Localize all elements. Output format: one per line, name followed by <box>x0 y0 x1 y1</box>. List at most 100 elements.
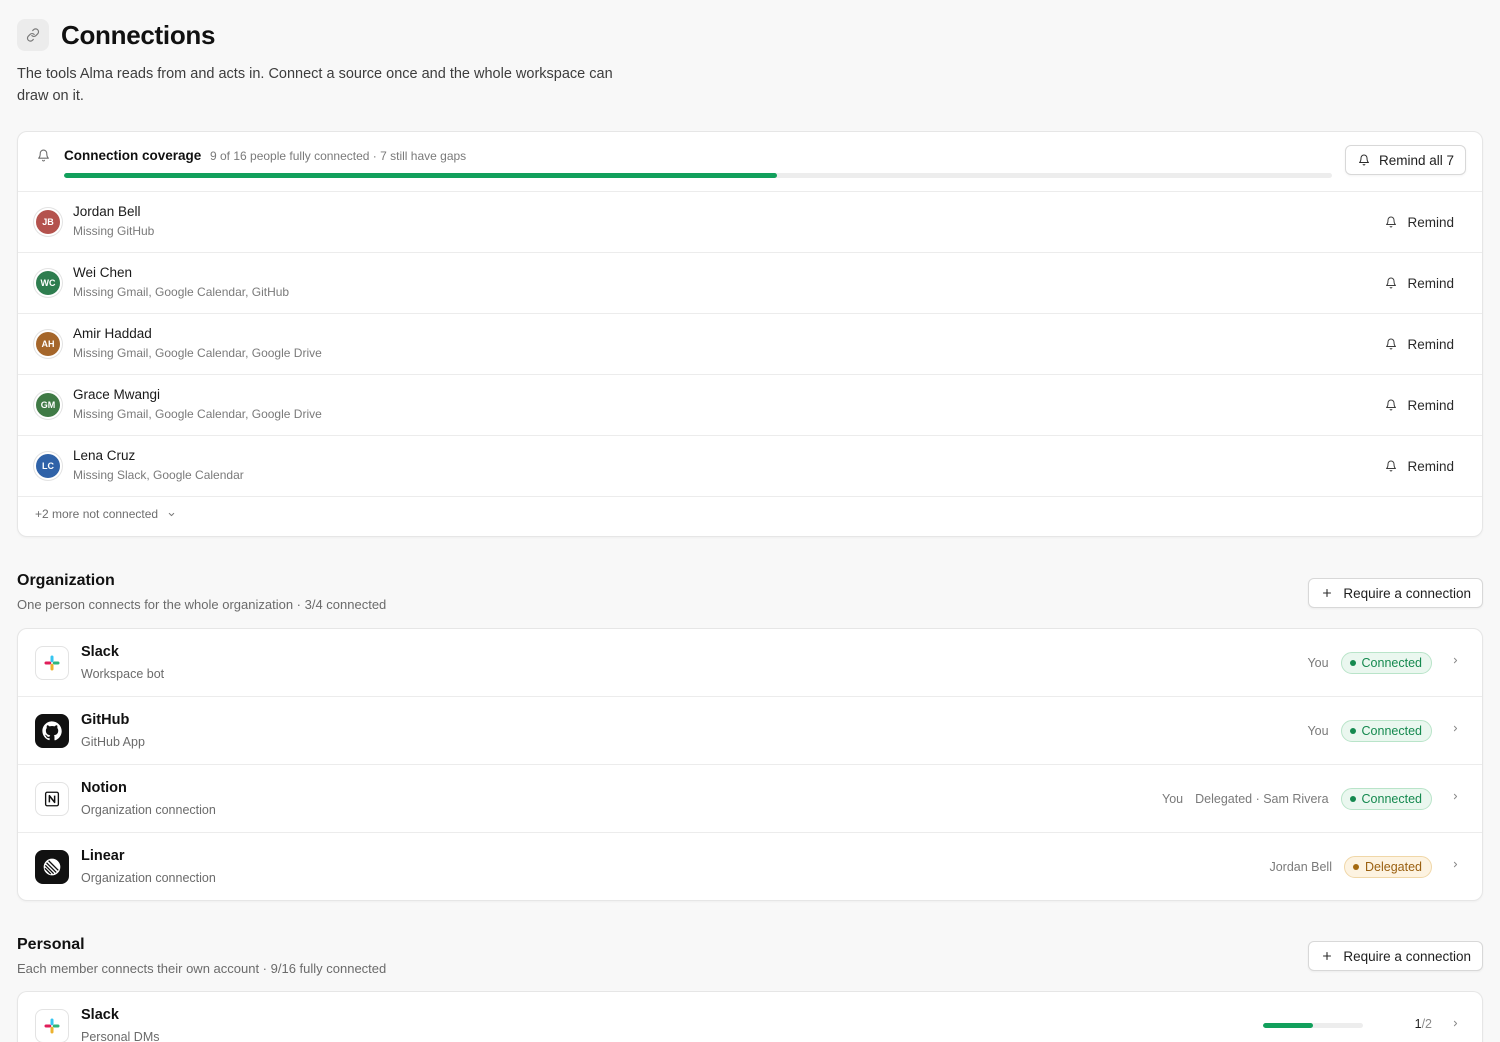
bell-icon <box>1385 277 1397 289</box>
connected-number: 1 <box>1414 1017 1422 1031</box>
linear-icon <box>35 850 69 884</box>
status-badge: Delegated <box>1344 856 1432 878</box>
status-label: Connected <box>1361 724 1422 738</box>
personal-connection-slack[interactable]: Slack Personal DMs 1/2 <box>18 992 1482 1042</box>
notion-icon <box>35 782 69 816</box>
person-name: Amir Haddad <box>73 326 152 341</box>
person-row: AH Amir Haddad Missing Gmail, Google Calen… <box>18 314 1482 375</box>
status-dot <box>1353 864 1359 870</box>
org-connection-github[interactable]: GitHub GitHub App You Connected <box>18 697 1482 765</box>
org-connection-linear[interactable]: Linear Organization connection Jordan Bell… <box>18 833 1482 900</box>
person-name: Jordan Bell <box>73 204 141 219</box>
person-name: Grace Mwangi <box>73 387 161 402</box>
remind-label: Remind <box>1407 397 1454 413</box>
missing-connections: Missing Gmail, Google Calendar, Google D… <box>73 407 322 421</box>
remind-button[interactable]: Remind <box>1385 272 1454 294</box>
person-row: WC Wei Chen Missing Gmail, Google Calendar… <box>18 253 1482 314</box>
bell-icon <box>1385 399 1397 411</box>
connection-type: Workspace bot <box>81 667 165 681</box>
organization-connections-list: Slack Workspace bot You Connected GitHub GitH… <box>17 628 1483 901</box>
connection-status-group: You Connected <box>1307 651 1432 675</box>
connected-count: 1/2 <box>1415 1017 1432 1031</box>
connection-name: Linear <box>81 848 125 864</box>
bell-icon <box>1385 460 1397 472</box>
require-connection-button-organization[interactable]: Require a connection <box>1308 578 1483 608</box>
connection-status-group: You Connected <box>1307 719 1432 743</box>
connection-type: Personal DMs <box>81 1030 160 1042</box>
remind-label: Remind <box>1407 275 1454 291</box>
org-connection-notion[interactable]: Notion Organization connection You Delegate… <box>18 765 1482 833</box>
remind-button[interactable]: Remind <box>1385 333 1454 355</box>
connection-name: Notion <box>81 780 127 796</box>
page-description: The tools Alma reads from and acts in. C… <box>17 66 613 104</box>
remind-label: Remind <box>1407 458 1454 474</box>
remind-label: Remind <box>1407 214 1454 230</box>
bell-icon <box>1385 338 1397 350</box>
chevron-right-icon <box>1451 860 1460 869</box>
coverage-header: Connection coverage 9 of 16 people fully… <box>18 132 1482 192</box>
connection-status-group: Jordan Bell Delegated <box>1269 855 1432 879</box>
missing-connections: Missing Gmail, Google Calendar, Google D… <box>73 346 322 360</box>
remind-button[interactable]: Remind <box>1385 394 1454 416</box>
avatar: GM <box>36 393 60 417</box>
person-row: JB Jordan Bell Missing GitHub Remind <box>18 192 1482 253</box>
connection-owner: You <box>1307 656 1329 670</box>
status-badge: Connected <box>1340 720 1432 742</box>
organization-subtitle: One person connects for the whole organi… <box>17 597 387 612</box>
more-not-connected-toggle[interactable]: +2 more not connected <box>35 507 176 521</box>
bell-icon <box>1385 216 1397 228</box>
status-badge: Connected <box>1340 788 1432 810</box>
organization-title: Organization <box>17 572 115 589</box>
remind-all-label: Remind all 7 <box>1378 152 1454 168</box>
avatar: AH <box>36 332 60 356</box>
link-icon <box>17 19 49 51</box>
connection-owner: You <box>1162 792 1184 806</box>
missing-connections: Missing GitHub <box>73 224 155 238</box>
status-dot <box>1349 660 1356 666</box>
connection-name: Slack <box>81 644 119 660</box>
require-connection-button-personal[interactable]: Require a connection <box>1308 941 1483 971</box>
missing-connections: Missing Slack, Google Calendar <box>73 468 244 482</box>
personal-subtitle: Each member connects their own account ·… <box>17 961 387 976</box>
status-badge: Connected <box>1340 652 1432 674</box>
require-connection-label: Require a connection <box>1343 948 1471 964</box>
connection-status-group: You Delegated · Sam Rivera Connected <box>1162 787 1432 811</box>
remind-button[interactable]: Remind <box>1385 211 1454 233</box>
connection-owner: You <box>1307 724 1329 738</box>
chevron-right-icon <box>1451 724 1460 733</box>
status-label: Delegated <box>1365 860 1422 874</box>
personal-title: Personal <box>17 936 85 953</box>
person-row: LC Lena Cruz Missing Slack, Google Calenda… <box>18 436 1482 497</box>
slack-icon <box>35 646 69 680</box>
bell-icon <box>37 149 50 167</box>
slack-icon <box>35 1009 69 1042</box>
avatar: JB <box>36 210 60 234</box>
connection-type: Organization connection <box>81 871 216 885</box>
more-not-connected-label: +2 more not connected <box>35 507 159 521</box>
connection-type: GitHub App <box>81 735 145 749</box>
coverage-progress-fill <box>64 173 778 178</box>
status-label: Connected <box>1361 656 1422 670</box>
coverage-title: Connection coverage <box>64 148 202 163</box>
chevron-right-icon <box>1451 656 1460 665</box>
coverage-progress-bar <box>64 173 1332 178</box>
org-connection-slack[interactable]: Slack Workspace bot You Connected <box>18 629 1482 697</box>
github-icon <box>35 714 69 748</box>
connection-name: GitHub <box>81 712 130 728</box>
coverage-card: Connection coverage 9 of 16 people fully… <box>17 131 1483 537</box>
personal-connections-list: Slack Personal DMs 1/2 <box>17 991 1483 1042</box>
remind-all-button[interactable]: Remind all 7 <box>1344 145 1466 175</box>
connection-progress-fill <box>1263 1023 1313 1028</box>
person-name: Wei Chen <box>73 265 133 280</box>
connection-progress-bar <box>1263 1023 1363 1028</box>
plus-icon <box>1323 588 1332 598</box>
remind-button[interactable]: Remind <box>1385 455 1454 477</box>
avatar: LC <box>36 454 60 478</box>
person-name: Lena Cruz <box>73 448 136 463</box>
missing-connections: Missing Gmail, Google Calendar, GitHub <box>73 285 290 299</box>
chevron-down-icon <box>168 512 175 516</box>
connection-name: Slack <box>81 1007 119 1023</box>
status-dot <box>1349 796 1356 802</box>
status-dot <box>1349 728 1356 734</box>
connection-owner: Jordan Bell <box>1269 860 1332 874</box>
